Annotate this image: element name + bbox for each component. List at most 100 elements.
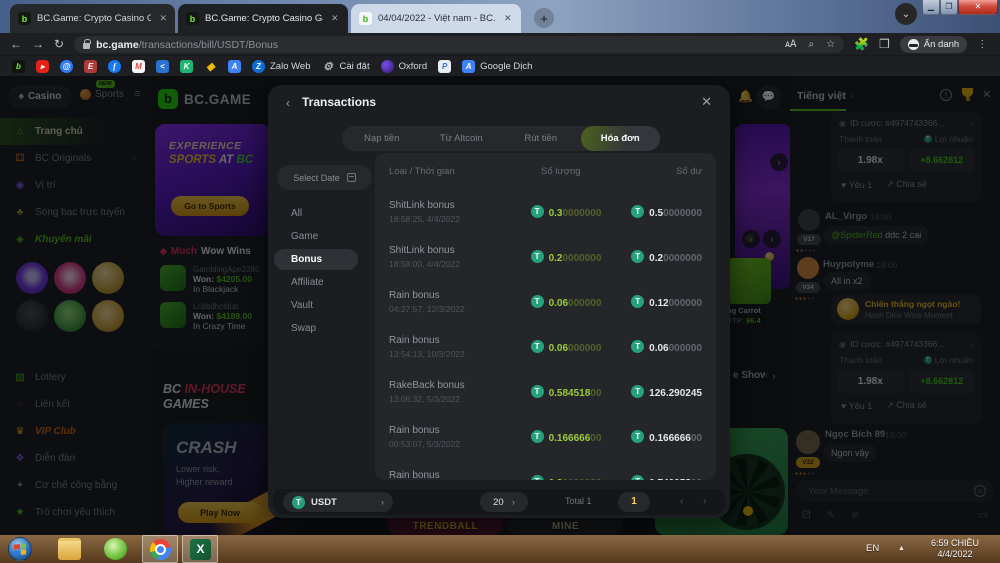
ccleaner-icon[interactable] <box>104 538 127 560</box>
bcgame-favicon-icon: b <box>18 12 31 25</box>
modal-close-icon[interactable]: ✕ <box>701 94 712 110</box>
window-chevron-icon[interactable]: ⌄ <box>895 3 917 25</box>
bookmark-item[interactable]: K <box>180 60 193 73</box>
bookmark-item[interactable]: f <box>108 60 121 73</box>
taskbar-clock[interactable]: 6:59 CHIỀU 4/4/2022 <box>915 538 995 560</box>
transaction-type: ShitLink bonus <box>389 245 531 256</box>
bookmark-item[interactable]: Oxford <box>381 60 428 73</box>
bookmark-item[interactable]: < <box>156 60 169 73</box>
browser-menu-icon[interactable]: ⋮ <box>977 39 988 50</box>
tab-close-icon[interactable]: ✕ <box>504 13 512 24</box>
start-button[interactable] <box>8 537 32 561</box>
transaction-type: Rain bonus <box>389 290 531 301</box>
transaction-time: 04:27:57, 12/3/2022 <box>389 304 531 314</box>
bookmark-item[interactable]: ▸ <box>36 60 49 73</box>
transaction-balance: T 0.50000000 <box>631 203 702 221</box>
bookmark-label: Zalo Web <box>270 61 310 72</box>
transaction-tab[interactable]: Từ Altcoin <box>422 126 502 151</box>
minimize-button[interactable]: ▁ <box>922 0 940 15</box>
bookmark-item[interactable]: b <box>12 60 25 73</box>
translate-icon[interactable]: 🗚 <box>785 39 796 50</box>
currency-selector[interactable]: T USDT › <box>283 492 393 512</box>
transaction-balance: T 0.74005800 <box>631 473 702 481</box>
transaction-tab[interactable]: Rút tiền <box>501 126 581 151</box>
bookmark-icon: < <box>156 60 169 73</box>
transaction-tab[interactable]: Nạp tiền <box>342 126 422 151</box>
transaction-type: RakeBack bonus <box>389 380 531 391</box>
transaction-type: Rain bonus <box>389 470 531 481</box>
filter-item[interactable]: Game <box>274 226 358 247</box>
bookmark-item[interactable]: @ <box>60 60 73 73</box>
usdt-coin-icon: T <box>292 496 305 509</box>
bookmark-icon: A <box>228 60 241 73</box>
language-indicator[interactable]: EN <box>866 543 879 554</box>
usdt-coin-icon: T <box>631 250 644 263</box>
filter-item[interactable]: Swap <box>274 318 358 339</box>
close-window-button[interactable]: ✕ <box>958 0 998 15</box>
transaction-row: Rain bonus 00:53:07, 5/3/2022 T 0.166666… <box>375 414 716 459</box>
filter-item[interactable]: Vault <box>274 295 358 316</box>
bookmark-icon: f <box>108 60 121 73</box>
current-page-indicator[interactable]: 1 <box>618 492 650 512</box>
reload-button[interactable]: ↻ <box>54 37 64 51</box>
browser-tab-2-active[interactable]: b BC.Game: Crypto Casino Games ✕ <box>178 4 348 33</box>
filter-item[interactable]: Bonus <box>274 249 358 270</box>
bookmark-item[interactable]: A Google Dịch <box>462 60 532 73</box>
new-tab-button[interactable]: + <box>534 8 554 28</box>
transaction-balance: T 0.12000000 <box>631 293 702 311</box>
select-date-button[interactable]: Select Date <box>277 165 372 190</box>
transaction-balance: T 0.20000000 <box>631 248 702 266</box>
prev-page-icon[interactable]: ‹ <box>680 496 683 507</box>
side-panel-icon[interactable]: ❒ <box>879 37 890 51</box>
excel-taskbar-button[interactable]: X <box>182 535 218 563</box>
browser-tab-3[interactable]: b 04/04/2022 - Việt nam - BC.Gam ✕ <box>351 4 521 33</box>
transaction-amount: T 0.30000000 <box>531 203 632 221</box>
bookmark-item[interactable]: E <box>84 60 97 73</box>
address-bar[interactable]: bc.game/transactions/bill/USDT/Bonus 🗚 ⌕… <box>74 36 844 53</box>
incognito-icon <box>908 39 919 50</box>
bookmark-item[interactable]: M <box>132 60 145 73</box>
filter-item[interactable]: All <box>274 203 358 224</box>
chrome-taskbar-button[interactable] <box>142 535 178 563</box>
transaction-amount: T 0.06000000 <box>531 338 632 356</box>
next-page-icon[interactable]: › <box>703 496 706 507</box>
zoom-icon[interactable]: ⌕ <box>808 39 814 50</box>
tab-title: BC.Game: Crypto Casino Games <box>205 13 323 24</box>
bookmark-item[interactable]: ⚙ Cài đặt <box>321 60 369 73</box>
transactions-modal: ‹ Transactions ✕ Nạp tiền Từ Altcoin Rút… <box>268 85 730 518</box>
maximize-button[interactable]: ❐ <box>940 0 958 15</box>
page-size-selector[interactable]: 20 › <box>480 492 528 512</box>
bookmark-icon: P <box>438 60 451 73</box>
bookmark-item[interactable]: P <box>438 60 451 73</box>
transaction-balance: T 0.06000000 <box>631 338 702 356</box>
tab-close-icon[interactable]: ✕ <box>159 13 167 24</box>
bookmark-icon: A <box>462 60 475 73</box>
lock-icon <box>83 43 90 49</box>
show-hidden-icons-button[interactable]: ▲ <box>898 545 905 552</box>
bookmark-star-icon[interactable]: ☆ <box>826 39 835 50</box>
bookmark-item[interactable]: A <box>228 60 241 73</box>
transaction-amount: T 0.06000000 <box>531 293 632 311</box>
transaction-tab[interactable]: Hóa đơn <box>581 126 661 151</box>
incognito-badge[interactable]: Ẩn danh <box>900 36 967 53</box>
bookmark-icon: @ <box>60 60 73 73</box>
transaction-type: ShitLink bonus <box>389 200 531 211</box>
tab-close-icon[interactable]: ✕ <box>331 13 339 24</box>
bookmark-item[interactable]: ◆ <box>204 60 217 73</box>
extensions-icon[interactable]: 🧩 <box>854 37 869 51</box>
file-explorer-icon[interactable] <box>58 538 81 560</box>
document-favicon-icon: b <box>359 12 372 25</box>
browser-tab-1[interactable]: b BC.Game: Crypto Casino Games ✕ <box>10 4 175 33</box>
transaction-amount: T 0.20000000 <box>531 473 632 481</box>
bookmark-icon <box>381 60 394 73</box>
back-button[interactable]: ← <box>10 37 22 51</box>
chevron-right-icon: › <box>512 497 515 508</box>
transaction-balance: T 0.16666600 <box>631 428 702 446</box>
filter-item[interactable]: Affiliate <box>274 272 358 293</box>
bookmark-item[interactable]: Z Zalo Web <box>252 60 310 73</box>
url-domain: bc.game <box>96 39 139 51</box>
back-icon[interactable]: ‹ <box>286 96 290 110</box>
calendar-icon <box>347 173 356 182</box>
transaction-amount: T 0.58451800 <box>531 383 632 401</box>
forward-button[interactable]: → <box>32 37 44 51</box>
